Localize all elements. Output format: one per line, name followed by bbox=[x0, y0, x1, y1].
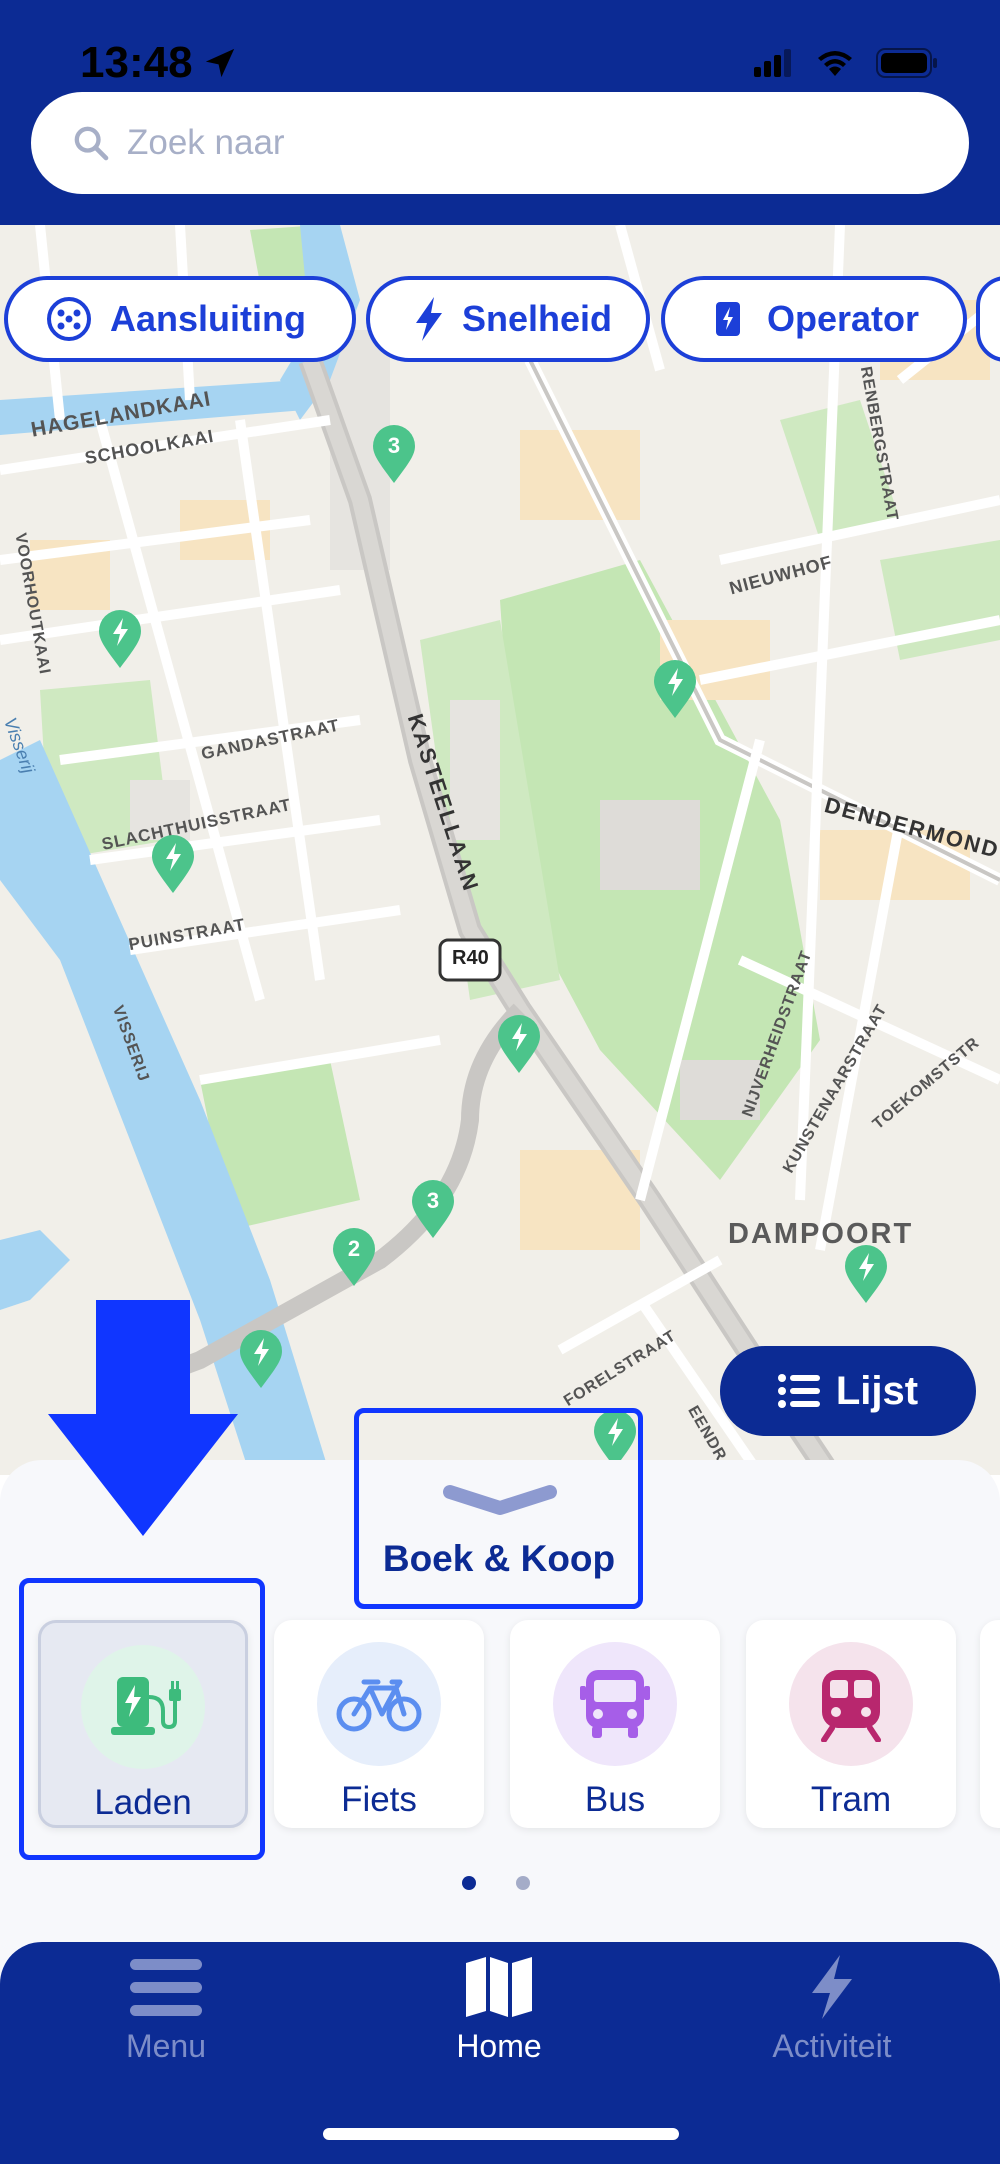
street-label: NIEUWHOF bbox=[727, 551, 835, 599]
list-view-label: Lijst bbox=[835, 1368, 919, 1413]
filter-chip-operator[interactable]: Operator bbox=[661, 276, 967, 362]
tab-home[interactable]: Home bbox=[399, 1955, 599, 2065]
operator-icon bbox=[715, 301, 741, 337]
signal-icon bbox=[754, 49, 791, 77]
charger-pin[interactable] bbox=[150, 835, 196, 900]
tram-icon bbox=[821, 1670, 881, 1742]
status-bar-time: 13:48 bbox=[80, 38, 237, 88]
cluster-count: 3 bbox=[387, 433, 401, 458]
filter-chip-label: Aansluiting bbox=[110, 298, 306, 339]
street-label: KASTEELLAAN bbox=[402, 710, 484, 896]
street-label: SCHOOLKAAI bbox=[83, 425, 216, 469]
filter-chip-label: Operator bbox=[767, 298, 920, 339]
street-label: VOORHOUTKAAI bbox=[11, 531, 54, 677]
annotation-arrow-down-icon bbox=[48, 1300, 238, 1536]
filter-chip-aansluiting[interactable]: Aansluiting bbox=[4, 276, 356, 362]
street-label: Visserij bbox=[0, 714, 39, 776]
road-number-label: R40 bbox=[452, 947, 489, 969]
battery-icon bbox=[876, 48, 937, 78]
category-tile-fiets[interactable]: Fiets bbox=[274, 1620, 484, 1828]
lightning-icon bbox=[414, 297, 444, 341]
map-icon bbox=[466, 1957, 532, 2017]
status-bar-indicators bbox=[754, 48, 938, 78]
category-label: Bus bbox=[584, 1780, 646, 1819]
page-indicator bbox=[462, 1876, 530, 1890]
tab-label: Menu bbox=[125, 2028, 207, 2064]
lightning-icon bbox=[812, 1955, 852, 2019]
filter-chip-label: Snelheid bbox=[462, 298, 613, 339]
home-indicator[interactable] bbox=[323, 2128, 679, 2140]
category-label: Fiets bbox=[341, 1780, 417, 1819]
highlight-box-sheet-title bbox=[354, 1408, 643, 1609]
charger-pin-cluster[interactable]: 3 bbox=[410, 1180, 456, 1245]
list-icon bbox=[777, 1374, 820, 1408]
app-header: 13:48 Zoek naar bbox=[0, 0, 1000, 225]
search-input[interactable]: Zoek naar bbox=[31, 92, 969, 194]
menu-icon bbox=[130, 1959, 202, 2016]
page-dot-active[interactable] bbox=[462, 1876, 476, 1890]
location-arrow-icon bbox=[205, 48, 234, 78]
list-view-button[interactable]: Lijst bbox=[720, 1346, 976, 1436]
connector-icon bbox=[46, 296, 92, 342]
street-label: DENDERMOND bbox=[821, 792, 1000, 863]
street-label: RENBERGSTRAAT bbox=[856, 365, 901, 523]
tab-label: Home bbox=[456, 2028, 542, 2064]
category-tile-next[interactable] bbox=[980, 1620, 1000, 1828]
bus-icon bbox=[580, 1670, 650, 1738]
page-dot[interactable] bbox=[516, 1876, 530, 1890]
tab-menu[interactable]: Menu bbox=[66, 1955, 266, 2065]
search-icon bbox=[74, 126, 109, 161]
category-tile-tram[interactable]: Tram bbox=[746, 1620, 956, 1828]
charger-pin[interactable] bbox=[238, 1330, 284, 1395]
street-label: NIJVERHEIDSTRAAT bbox=[739, 948, 816, 1120]
charger-pin[interactable] bbox=[843, 1245, 889, 1310]
cluster-count: 3 bbox=[426, 1188, 440, 1213]
tab-label: Activiteit bbox=[772, 2028, 892, 2064]
charger-pin[interactable] bbox=[652, 660, 698, 725]
highlight-box-laden bbox=[19, 1578, 265, 1860]
category-tile-bus[interactable]: Bus bbox=[510, 1620, 720, 1828]
filter-chip-snelheid[interactable]: Snelheid bbox=[366, 276, 650, 362]
charger-pin-cluster[interactable]: 2 bbox=[331, 1228, 377, 1293]
street-label: TOEKOMSTSTR bbox=[869, 1034, 983, 1133]
wifi-icon bbox=[818, 51, 852, 76]
street-label: EENDR bbox=[684, 1403, 730, 1465]
street-label: GANDASTRAAT bbox=[199, 715, 342, 764]
search-placeholder: Zoek naar bbox=[127, 123, 285, 162]
tab-activiteit[interactable]: Activiteit bbox=[732, 1955, 932, 2065]
charger-pin[interactable] bbox=[496, 1015, 542, 1080]
category-label: Tram bbox=[810, 1780, 892, 1819]
street-label: KUNSTENAARSTRAAT bbox=[780, 1001, 891, 1177]
charger-pin[interactable] bbox=[97, 610, 143, 675]
map-view[interactable]: HAGELANDKAAI SCHOOLKAAI VOORHOUTKAAI Vis… bbox=[0, 225, 1000, 1475]
charger-pin-cluster[interactable]: 3 bbox=[371, 425, 417, 490]
cluster-count: 2 bbox=[347, 1236, 361, 1261]
street-label: SLACHTHUISSTRAAT bbox=[100, 795, 293, 854]
street-label: FORELSTRAAT bbox=[561, 1327, 680, 1410]
street-label: PUINSTRAAT bbox=[127, 914, 247, 955]
bicycle-icon bbox=[336, 1679, 422, 1732]
street-label: VISSERIJ bbox=[108, 1003, 153, 1085]
